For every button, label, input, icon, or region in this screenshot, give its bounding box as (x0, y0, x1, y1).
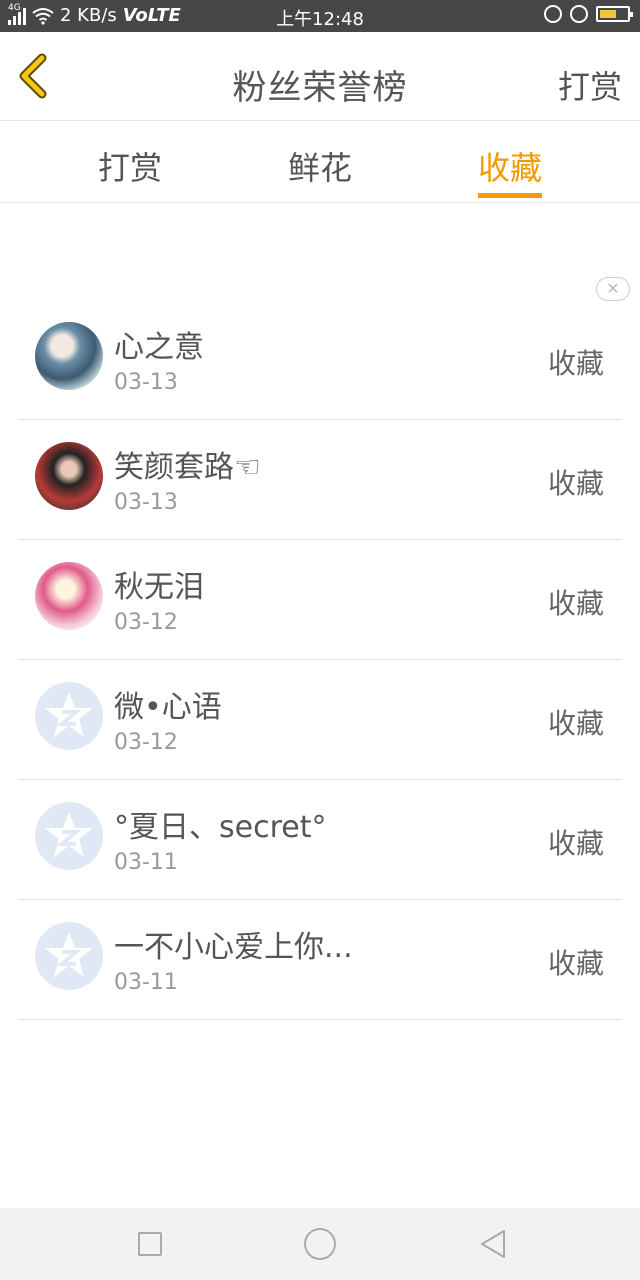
active-tab-indicator (478, 193, 542, 198)
close-ad-button[interactable]: ✕ (596, 277, 630, 301)
default-avatar-star-icon[interactable] (35, 802, 103, 870)
user-name: 微•心语 (114, 690, 222, 725)
action-label: 收藏 (547, 707, 604, 740)
system-nav-bar (0, 1208, 640, 1280)
fan-list: 心之意 03-13 收藏 笑颜套路☜ 03-13 收藏 秋无泪 03-12 收藏… (18, 300, 622, 1020)
user-name: 笑颜套路☜ (114, 450, 261, 485)
tab-favorites[interactable]: 收藏 (450, 143, 570, 189)
action-label: 收藏 (547, 827, 604, 860)
header-bar: 粉丝荣誉榜 打赏 (0, 32, 640, 121)
avatar[interactable] (35, 562, 103, 630)
tab-bar: 打赏 鲜花 收藏 (0, 121, 640, 203)
user-name: 秋无泪 (114, 570, 204, 605)
status-right (544, 5, 633, 23)
list-item[interactable]: 一不小心爱上你... 03-11 收藏 (18, 900, 622, 1020)
avatar[interactable] (35, 442, 103, 510)
user-name: 心之意 (114, 330, 204, 365)
date: 03-12 (114, 730, 178, 755)
list-item[interactable]: °夏日、secret° 03-11 收藏 (18, 780, 622, 900)
list-item[interactable]: 微•心语 03-12 收藏 (18, 660, 622, 780)
default-avatar-star-icon[interactable] (35, 682, 103, 750)
action-label: 收藏 (547, 467, 604, 500)
default-avatar-star-icon[interactable] (35, 922, 103, 990)
list-item[interactable]: 秋无泪 03-12 收藏 (18, 540, 622, 660)
date: 03-12 (114, 610, 178, 635)
avatar[interactable] (35, 322, 103, 390)
nav-back-icon[interactable] (478, 1228, 508, 1260)
battery-icon (596, 6, 633, 22)
date: 03-11 (114, 850, 178, 875)
tab-reward[interactable]: 打赏 (70, 143, 190, 189)
date: 03-13 (114, 490, 178, 515)
date: 03-13 (114, 370, 178, 395)
user-name: 一不小心爱上你... (114, 930, 353, 965)
list-item[interactable]: 心之意 03-13 收藏 (18, 300, 622, 420)
page-title: 粉丝荣誉榜 (232, 68, 408, 108)
list-item[interactable]: 笑颜套路☜ 03-13 收藏 (18, 420, 622, 540)
user-name: °夏日、secret° (114, 810, 327, 845)
alarm-icon (570, 5, 588, 23)
rotation-lock-icon (544, 5, 562, 23)
home-icon[interactable] (304, 1228, 336, 1260)
action-label: 收藏 (547, 347, 604, 380)
action-label: 收藏 (547, 587, 604, 620)
action-label: 收藏 (547, 947, 604, 980)
reward-button[interactable]: 打赏 (558, 62, 622, 108)
status-bar: 4G 2 KB/s VoLTE 上午12:48 (0, 0, 640, 32)
recent-apps-icon[interactable] (138, 1232, 162, 1256)
date: 03-11 (114, 970, 178, 995)
tab-flowers[interactable]: 鲜花 (260, 143, 380, 189)
